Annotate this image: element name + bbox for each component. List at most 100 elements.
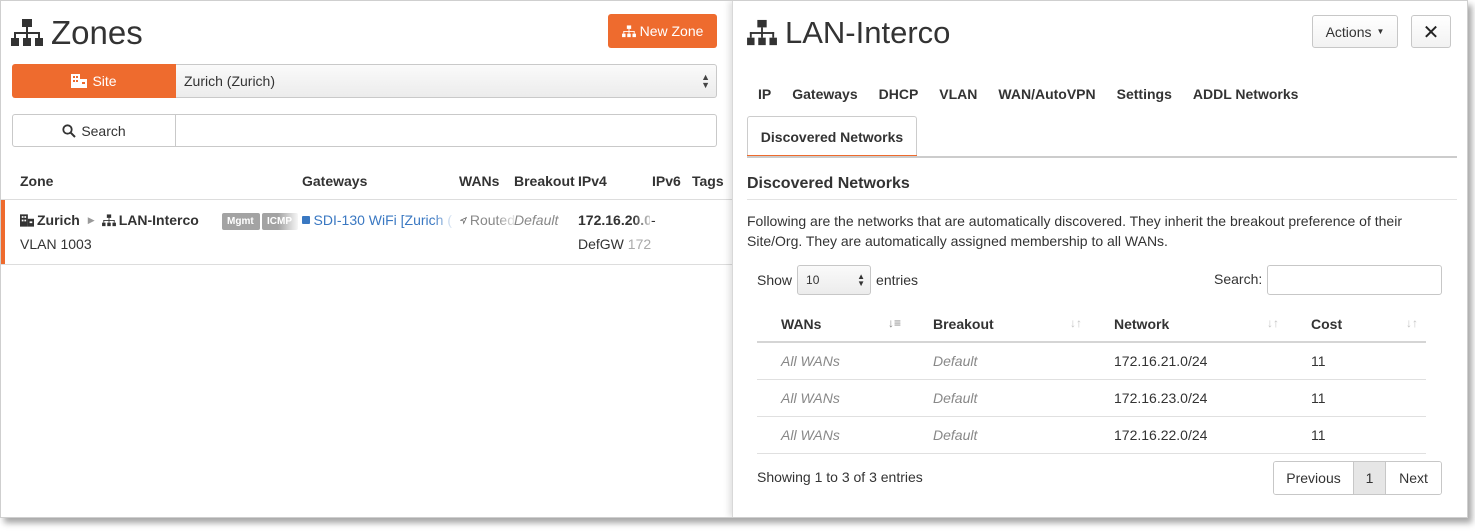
selected-row-accent: [1, 200, 5, 264]
column-header-tags[interactable]: Tags: [692, 173, 724, 189]
site-select-value: Zurich (Zurich): [184, 73, 276, 89]
building-icon: [20, 213, 34, 227]
zones-header: Zones: [11, 11, 143, 55]
cell-network: 172.16.21.0/24: [1090, 342, 1287, 380]
section-divider: [747, 199, 1457, 200]
section-description: Following are the networks that are auto…: [747, 213, 1402, 249]
sort-icon: ↓↑: [1267, 316, 1279, 330]
cell-breakout: Default: [909, 342, 1090, 380]
column-header-breakout-label: Breakout: [933, 315, 994, 332]
gateway-link-label: SDI-130 WiFi [Zurich (: [313, 212, 452, 228]
tab-gateways[interactable]: Gateways: [792, 86, 857, 102]
table-row[interactable]: All WANs Default 172.16.23.0/24 11: [757, 379, 1426, 417]
table-row[interactable]: All WANs Default 172.16.21.0/24 11: [757, 342, 1426, 380]
zone-detail-panel: LAN-Interco Actions ▼ ✕ IP Gateways DHCP…: [732, 1, 1467, 517]
defgw-value: 172: [627, 236, 652, 252]
column-header-zone[interactable]: Zone: [20, 173, 53, 189]
section-title: Discovered Networks: [747, 175, 910, 192]
column-header-cost[interactable]: Cost ↓↑: [1287, 306, 1426, 343]
cell-cost: 11: [1287, 416, 1426, 454]
pagination: Previous 1 Next: [1273, 461, 1442, 495]
gateway-link[interactable]: SDI-130 WiFi [Zurich (: [302, 212, 452, 228]
select-arrows-icon: ▲ ▼: [857, 272, 866, 288]
breakout-value: Default: [514, 212, 559, 228]
table-row[interactable]: Zurich ▶ LAN-Interco VLAN 1003 Mgmt ICMP: [1, 200, 732, 265]
search-icon: [62, 123, 77, 138]
page-1-button[interactable]: 1: [1354, 462, 1386, 494]
column-header-breakout[interactable]: Breakout: [514, 173, 576, 189]
column-header-wans[interactable]: WANs ↓≡: [757, 306, 909, 343]
entries-select[interactable]: 10 ▲ ▼: [797, 265, 872, 295]
network-tree-icon: [621, 24, 636, 37]
column-header-breakout[interactable]: Breakout ↓↑: [909, 306, 1090, 343]
cell-network: 172.16.22.0/24: [1090, 416, 1287, 454]
table-search-input[interactable]: [1267, 265, 1442, 295]
cell-breakout: Default: [909, 379, 1090, 417]
cell-wans: All WANs: [757, 416, 909, 454]
column-header-network-label: Network: [1114, 315, 1170, 332]
zones-panel: Zones New Zone Site Zurich (Zurich) ▲ ▼ …: [1, 1, 732, 517]
cell-wans: All WANs: [757, 342, 909, 380]
cell-cost: 11: [1287, 342, 1426, 380]
tab-bar: IP Gateways DHCP VLAN WAN/AutoVPN Settin…: [758, 86, 1319, 102]
location-arrow-icon: [460, 216, 467, 225]
column-header-ipv4[interactable]: IPv4: [578, 173, 607, 189]
search-input[interactable]: [176, 114, 717, 147]
tab-discovered-networks[interactable]: Discovered Networks: [747, 116, 917, 158]
wans-fade: [497, 200, 519, 264]
entries-select-value: 10: [806, 273, 820, 287]
defgw-prefix: DefGW: [578, 236, 628, 252]
column-header-ipv6[interactable]: IPv6: [652, 173, 681, 189]
cell-network: 172.16.23.0/24: [1090, 379, 1287, 417]
search-label: Search: [81, 122, 126, 139]
column-header-cost-label: Cost: [1311, 315, 1343, 332]
site-label: Site: [92, 73, 117, 89]
tab-ip[interactable]: IP: [758, 86, 771, 102]
tab-underline: [747, 156, 1457, 158]
building-icon: [71, 74, 88, 88]
site-button[interactable]: Site: [12, 64, 176, 98]
network-tree-icon: [747, 19, 777, 46]
zone-vlan: VLAN 1003: [20, 236, 92, 252]
actions-dropdown-button[interactable]: Actions ▼: [1312, 15, 1398, 48]
column-header-gateways[interactable]: Gateways: [302, 173, 367, 189]
close-icon: ✕: [1422, 19, 1440, 44]
discovered-networks-table: WANs ↓≡ Breakout ↓↑ Network ↓↑ Cost ↓↑ All W…: [757, 306, 1426, 454]
column-header-network[interactable]: Network ↓↑: [1090, 306, 1287, 343]
caret-down-icon: ▼: [1376, 27, 1385, 36]
actions-label: Actions: [1325, 23, 1372, 40]
badge-fade: [278, 200, 300, 264]
default-gateway: DefGW 172: [578, 236, 653, 252]
search-button[interactable]: Search: [12, 114, 176, 147]
sort-icon: ↓↑: [1406, 316, 1418, 330]
table-row[interactable]: All WANs Default 172.16.22.0/24 11: [757, 416, 1426, 454]
site-select[interactable]: Zurich (Zurich) ▲ ▼: [176, 64, 717, 98]
tab-vlan[interactable]: VLAN: [939, 86, 977, 102]
table-info: Showing 1 to 3 of 3 entries: [757, 469, 923, 485]
mgmt-badge: Mgmt: [222, 213, 260, 230]
zone-site-name: Zurich: [37, 212, 80, 228]
sort-asc-icon: ↓≡: [887, 316, 901, 330]
new-zone-button[interactable]: New Zone: [608, 14, 717, 48]
tab-wan-autovpn[interactable]: WAN/AutoVPN: [998, 86, 1095, 102]
table-header-row: WANs ↓≡ Breakout ↓↑ Network ↓↑ Cost ↓↑: [757, 306, 1426, 343]
detail-title: LAN-Interco: [785, 15, 951, 50]
entries-label: entries: [876, 272, 919, 288]
tab-settings[interactable]: Settings: [1117, 86, 1172, 102]
tab-addl-networks[interactable]: ADDL Networks: [1193, 86, 1299, 102]
next-page-button[interactable]: Next: [1386, 462, 1441, 494]
column-header-wans[interactable]: WANs: [459, 173, 499, 189]
table-search-label: Search:: [1214, 271, 1263, 287]
window-frame: Zones New Zone Site Zurich (Zurich) ▲ ▼ …: [0, 0, 1468, 518]
previous-page-button[interactable]: Previous: [1274, 462, 1354, 494]
gateway-fade: [433, 200, 455, 264]
close-button[interactable]: ✕: [1411, 15, 1451, 48]
cell-breakout: Default: [909, 416, 1090, 454]
ipv6-value: -: [651, 212, 656, 228]
column-header-wans-label: WANs: [781, 315, 822, 332]
tab-discovered-networks-label: Discovered Networks: [760, 128, 904, 145]
gateway-device-icon: [302, 216, 310, 224]
tab-dhcp[interactable]: DHCP: [879, 86, 919, 102]
page-title: Zones: [51, 14, 143, 51]
zone-search: Search: [12, 114, 717, 147]
